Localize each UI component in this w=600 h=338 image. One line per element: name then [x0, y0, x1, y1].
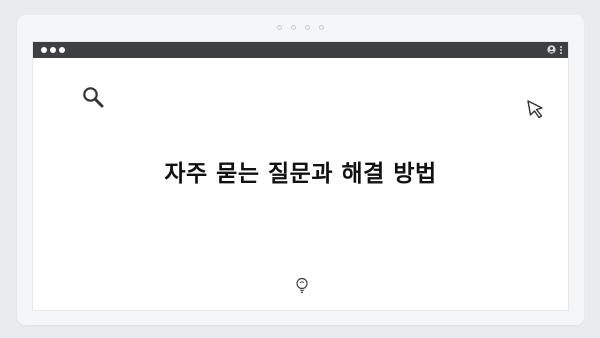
pagination-dot[interactable] [319, 25, 324, 30]
close-dot[interactable] [41, 47, 47, 53]
pagination-dot[interactable] [277, 25, 282, 30]
kebab-menu-icon[interactable] [560, 45, 562, 54]
pagination-dots [17, 25, 584, 30]
cursor-icon [527, 100, 543, 119]
frame-card: 자주 묻는 질문과 해결 방법 [17, 15, 584, 325]
search-icon[interactable] [81, 85, 105, 109]
window-titlebar [33, 42, 568, 58]
page-title: 자주 묻는 질문과 해결 방법 [164, 161, 437, 187]
pagination-dot[interactable] [305, 25, 310, 30]
maximize-dot[interactable] [59, 47, 65, 53]
minimize-dot[interactable] [50, 47, 56, 53]
user-icon[interactable] [547, 45, 556, 54]
pagination-dot[interactable] [291, 25, 296, 30]
titlebar-actions [547, 45, 562, 54]
window-controls [41, 47, 65, 53]
browser-window: 자주 묻는 질문과 해결 방법 [32, 41, 569, 311]
lightbulb-icon [296, 277, 308, 294]
